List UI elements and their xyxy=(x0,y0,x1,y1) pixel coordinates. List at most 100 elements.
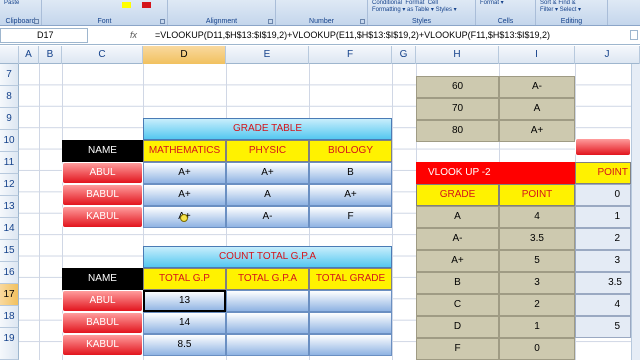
grade-cell[interactable]: A+ xyxy=(143,162,226,184)
lookup-grade[interactable]: F xyxy=(416,338,499,360)
column-header-e[interactable]: E xyxy=(226,46,309,64)
row-header-16[interactable]: 16 xyxy=(0,262,19,284)
column-header-g[interactable]: G xyxy=(392,46,416,64)
grade-name-abul[interactable]: ABUL xyxy=(62,162,143,184)
gpa-header-total-gp[interactable]: TOTAL G.P xyxy=(143,268,226,290)
col-j-value[interactable]: 2 xyxy=(575,228,631,250)
number-launcher-icon[interactable] xyxy=(360,19,365,24)
grade-cell[interactable]: A- xyxy=(226,206,309,228)
cell-h8[interactable]: 70 xyxy=(416,98,499,120)
lookup-point[interactable]: 3.5 xyxy=(499,228,575,250)
column-header-b[interactable]: B xyxy=(39,46,62,64)
row-header-12[interactable]: 12 xyxy=(0,174,19,196)
font-launcher-icon[interactable] xyxy=(160,19,165,24)
cell-i9[interactable]: A+ xyxy=(499,120,575,142)
formula-input[interactable]: =VLOOKUP(D11,$H$13:$I$19,2)+VLOOKUP(E11,… xyxy=(155,27,625,43)
lookup-grade[interactable]: A- xyxy=(416,228,499,250)
grade-table-title[interactable]: GRADE TABLE xyxy=(143,118,392,140)
col-j-value[interactable]: 4 xyxy=(575,294,631,316)
lookup-header-grade[interactable]: GRADE xyxy=(416,184,499,206)
column-header-a[interactable]: A xyxy=(19,46,39,64)
grade-cell[interactable]: A+ xyxy=(309,184,392,206)
styles-group[interactable]: Conditional Format Cell Formatting ▾ as … xyxy=(368,0,476,25)
paste-button[interactable]: Paste xyxy=(4,0,19,7)
font-group[interactable]: Font xyxy=(42,0,168,25)
column-header-i[interactable]: I xyxy=(499,46,575,64)
lookup-grade[interactable]: A xyxy=(416,206,499,228)
gpa-name-kabul[interactable]: KABUL xyxy=(62,334,143,356)
gpa-cell[interactable] xyxy=(226,290,309,312)
gpa-table-title[interactable]: COUNT TOTAL G.P.A xyxy=(143,246,392,268)
clipboard-launcher-icon[interactable] xyxy=(34,19,39,24)
cell-j10[interactable] xyxy=(575,138,631,156)
grade-table-name-header[interactable]: NAME xyxy=(62,140,143,162)
grade-cell[interactable]: A+ xyxy=(143,184,226,206)
lookup-title[interactable]: VLOOK UP -2 xyxy=(416,162,575,184)
styles-buttons[interactable]: Conditional Format Cell Formatting ▾ as … xyxy=(372,0,457,14)
alignment-launcher-icon[interactable] xyxy=(268,19,273,24)
lookup-point[interactable]: 0 xyxy=(499,338,575,360)
font-color-icon[interactable] xyxy=(142,2,151,8)
gpa-cell[interactable] xyxy=(226,312,309,334)
lookup-point[interactable]: 3 xyxy=(499,272,575,294)
cell-h9[interactable]: 80 xyxy=(416,120,499,142)
gpa-cell[interactable] xyxy=(309,312,392,334)
lookup-grade[interactable]: D xyxy=(416,316,499,338)
cells-group[interactable]: Format ▾ Cells xyxy=(476,0,536,25)
row-header-11[interactable]: 11 xyxy=(0,152,19,174)
col-j-value[interactable]: 5 xyxy=(575,316,631,338)
row-header-17[interactable]: 17 xyxy=(0,284,19,306)
subject-header-biology[interactable]: BIOLOGY xyxy=(309,140,392,162)
gpa-cell[interactable] xyxy=(309,334,392,356)
row-header-9[interactable]: 9 xyxy=(0,108,19,130)
function-icon[interactable]: fx xyxy=(130,28,137,42)
lookup-header-point[interactable]: POINT xyxy=(499,184,575,206)
column-header-j[interactable]: J xyxy=(575,46,640,64)
lookup-point[interactable]: 1 xyxy=(499,316,575,338)
sort-find-buttons[interactable]: Sort & Find & Filter ▾ Select ▾ xyxy=(540,0,581,14)
lookup-grade[interactable]: A+ xyxy=(416,250,499,272)
gpa-header-total-gpa[interactable]: TOTAL G.P.A xyxy=(226,268,309,290)
row-header-13[interactable]: 13 xyxy=(0,196,19,218)
subject-header-mathematics[interactable]: MATHEMATICS xyxy=(143,140,226,162)
gpa-table-name-header[interactable]: NAME xyxy=(62,268,143,290)
row-header-7[interactable]: 7 xyxy=(0,64,19,86)
grade-cell[interactable]: A+ xyxy=(226,162,309,184)
cell-h7[interactable]: 60 xyxy=(416,76,499,98)
gpa-name-babul[interactable]: BABUL xyxy=(62,312,143,334)
fill-color-icon[interactable] xyxy=(122,2,131,8)
gpa-cell[interactable] xyxy=(226,334,309,356)
row-header-18[interactable]: 18 xyxy=(0,306,19,328)
row-header-15[interactable]: 15 xyxy=(0,240,19,262)
cell-i8[interactable]: A xyxy=(499,98,575,120)
lookup-grade[interactable]: C xyxy=(416,294,499,316)
column-header-d[interactable]: D xyxy=(143,46,226,64)
lookup-point[interactable]: 2 xyxy=(499,294,575,316)
row-header-10[interactable]: 10 xyxy=(0,130,19,152)
col-j-value[interactable]: 3 xyxy=(575,250,631,272)
alignment-group[interactable]: Alignment xyxy=(168,0,276,25)
name-box[interactable]: D17 xyxy=(0,28,88,43)
cell-i7[interactable]: A- xyxy=(499,76,575,98)
format-button[interactable]: Format ▾ xyxy=(480,0,504,7)
grade-cell[interactable]: B xyxy=(309,162,392,184)
grade-name-kabul[interactable]: KABUL xyxy=(62,206,143,228)
row-header-19[interactable]: 19 xyxy=(0,328,19,360)
gpa-name-abul[interactable]: ABUL xyxy=(62,290,143,312)
gpa-cell[interactable]: 14 xyxy=(143,312,226,334)
column-header-c[interactable]: C xyxy=(62,46,143,64)
column-header-h[interactable]: H xyxy=(416,46,499,64)
expand-formula-bar-icon[interactable] xyxy=(630,30,638,40)
lookup-point[interactable]: 5 xyxy=(499,250,575,272)
gpa-header-total-grade[interactable]: TOTAL GRADE xyxy=(309,268,392,290)
number-group[interactable]: Number xyxy=(276,0,368,25)
col-j-header-point[interactable]: POINT xyxy=(575,162,631,184)
select-all-corner[interactable] xyxy=(0,46,19,64)
editing-group[interactable]: Sort & Find & Filter ▾ Select ▾ Editing xyxy=(536,0,608,25)
row-header-14[interactable]: 14 xyxy=(0,218,19,240)
col-j-value[interactable]: 3.5 xyxy=(575,272,631,294)
gpa-cell[interactable]: 8.5 xyxy=(143,334,226,356)
vertical-scrollbar[interactable] xyxy=(631,64,640,360)
lookup-grade[interactable]: B xyxy=(416,272,499,294)
grade-name-babul[interactable]: BABUL xyxy=(62,184,143,206)
